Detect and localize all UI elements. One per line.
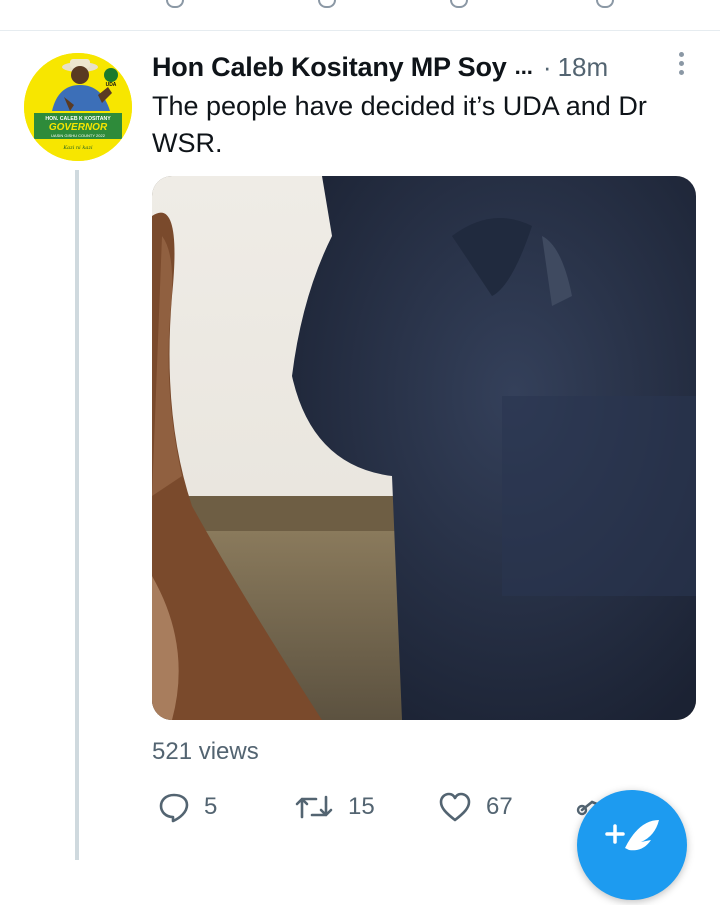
share-icon[interactable] (596, 0, 614, 8)
reply-icon[interactable] (166, 0, 184, 8)
tweet-text: The people have decided it’s UDA and Dr … (152, 91, 647, 158)
reply-icon (159, 793, 189, 823)
compose-tweet-button[interactable] (577, 790, 687, 900)
heart-icon[interactable] (450, 0, 468, 8)
name-truncation: ... (514, 54, 533, 79)
retweet-count: 15 (348, 793, 375, 820)
banner-county: UASIN GISHU COUNTY 2022 (51, 133, 106, 138)
party-logo-text: UDA (106, 82, 117, 88)
view-count[interactable]: 521 views (152, 738, 259, 766)
more-vertical-icon[interactable] (676, 52, 686, 80)
avatar-campaign-image: UDA HON. CALEB K KOSITANY GOVERNOR UASIN… (24, 53, 132, 161)
timestamp[interactable]: 18m (558, 52, 609, 83)
heart-icon (439, 792, 471, 822)
reply-button[interactable]: 5 (158, 786, 217, 828)
video-frame (152, 176, 696, 720)
reply-count: 5 (204, 793, 218, 820)
previous-tweet-action-bar (0, 0, 720, 31)
tweet-header: Hon Caleb Kositany MP Soy ... · 18m (152, 50, 608, 84)
retweet-icon (295, 795, 333, 819)
tweet-video[interactable] (152, 176, 696, 720)
banner-title: GOVERNOR (49, 122, 108, 133)
retweet-button[interactable]: 15 (294, 786, 375, 828)
avatar[interactable]: UDA HON. CALEB K KOSITANY GOVERNOR UASIN… (24, 53, 132, 161)
like-count: 67 (486, 793, 513, 820)
author-name[interactable]: Hon Caleb Kositany MP Soy (152, 52, 507, 83)
separator-dot: · (542, 51, 552, 82)
thread-connector-line (75, 170, 79, 860)
like-button[interactable]: 67 (438, 786, 513, 828)
slogan: Kazi ni kazi (62, 145, 93, 151)
retweet-icon[interactable] (318, 0, 336, 8)
compose-tweet-icon (605, 820, 659, 851)
